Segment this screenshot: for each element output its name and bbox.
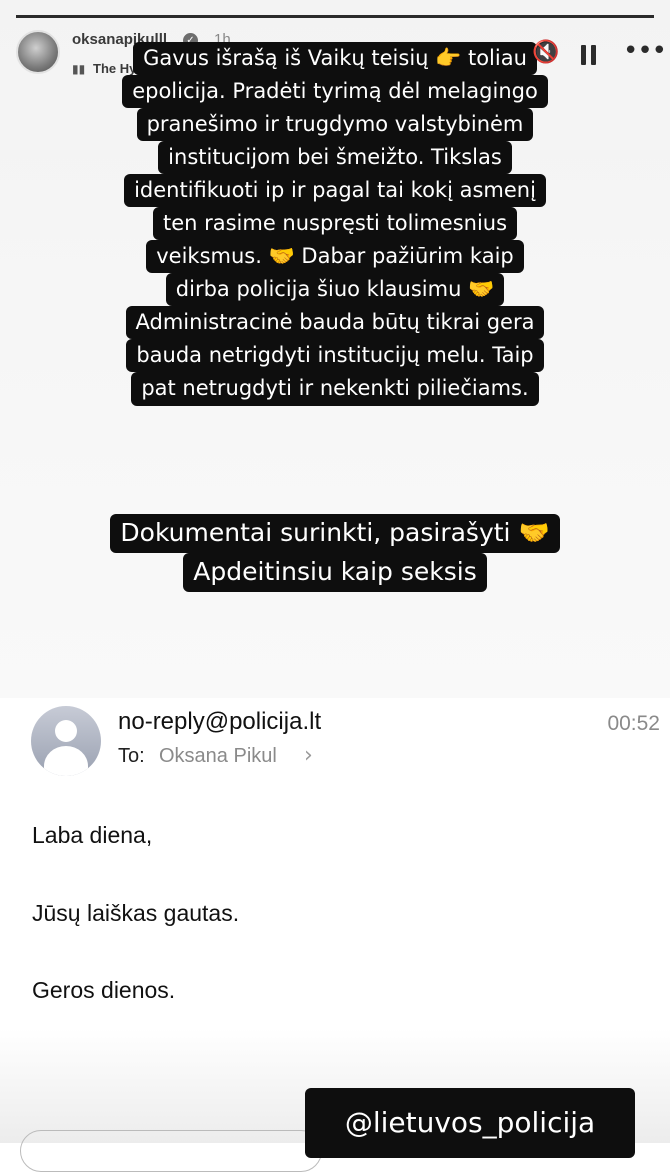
caption-line: Dokumentai surinkti, pasirašyti 🤝 <box>110 514 560 553</box>
email-body-line: Laba diena, <box>32 822 153 848</box>
caption-line: dirba policija šiuo klausimu 🤝 <box>165 273 505 307</box>
caption-line: institucijom bei šmeižto. Tikslas <box>158 141 512 175</box>
caption-line: Apdeitinsiu kaip seksis <box>183 552 487 592</box>
caption-line: identifikuoti ip ir pagal tai kokį asmen… <box>124 174 546 208</box>
story-caption: Gavus išrašą iš Vaikų teisių 👉 toliau epo… <box>0 42 670 406</box>
story-progress-fill <box>16 15 654 18</box>
caption-line: pranešimo ir trugdymo valstybinėm <box>136 108 534 142</box>
caption-line: pat netrugdyti ir nekenkti piliečiams. <box>131 372 539 406</box>
caption-line: Gavus išrašą iš Vaikų teisių 👉 toliau <box>133 42 537 76</box>
email-recipient: Oksana Pikul <box>159 745 277 767</box>
caption-line: Administracinė bauda būtų tikrai gera <box>125 306 545 340</box>
email-sender: no-reply@policija.lt <box>118 708 322 735</box>
caption-line: veiksmus. 🤝 Dabar pažiūrim kaip <box>146 240 524 274</box>
email-time: 00:52 <box>607 712 660 735</box>
email-body-line: Jūsų laiškas gautas. <box>32 900 240 926</box>
email-to-label: To: <box>118 745 145 767</box>
email-body-line: Geros dienos. <box>32 977 176 1003</box>
chevron-right-icon: › <box>304 743 313 768</box>
email-screenshot: no-reply@policija.lt 00:52 To: Oksana Pi… <box>0 698 670 1172</box>
send-message-input[interactable] <box>20 1130 322 1172</box>
mention-sticker[interactable]: @lietuvos_policija <box>305 1088 635 1158</box>
mute-icon[interactable]: 🔇 <box>532 40 559 65</box>
pause-icon[interactable] <box>578 45 600 67</box>
caption-line: ten rasime nuspręsti tolimesnius <box>152 207 518 241</box>
contact-avatar-icon <box>31 706 101 776</box>
email-header: no-reply@policija.lt 00:52 To: Oksana Pi… <box>0 698 670 798</box>
caption-line: epolicija. Pradėti tyrimą dėl melagingo <box>122 75 548 109</box>
story-caption-update: Dokumentai surinkti, pasirašyti 🤝 Apdeiti… <box>0 514 670 592</box>
story-progress-bar <box>16 15 654 18</box>
more-icon[interactable]: ••• <box>623 36 667 66</box>
caption-line: bauda netrigdyti institucijų melu. Taip <box>126 339 544 373</box>
